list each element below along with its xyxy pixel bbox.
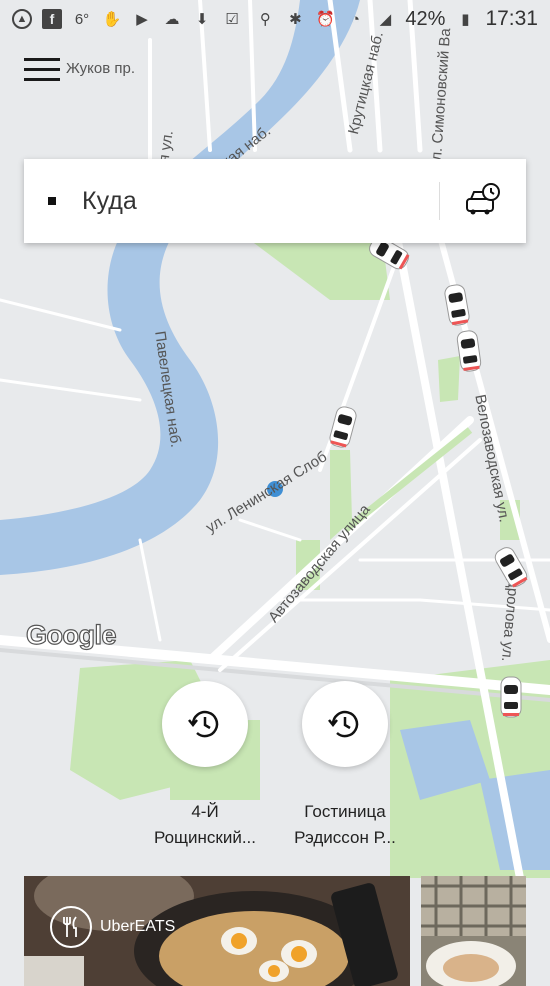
clock: 17:31 [485, 7, 538, 30]
wifi-icon: ◔ [350, 10, 360, 28]
status-bar: ▲ f 6° ✋ ▶ ☁ ⬇ ☑ ⚲ ✱ ⏰ ◔ ◢ 42% ▮ 17:31 [0, 0, 550, 38]
temperature-icon: 6° [74, 10, 90, 28]
recent-destination-label: 4-Й Рощинский... [135, 799, 275, 851]
destination-square-icon [48, 197, 56, 205]
car-icon [500, 676, 522, 718]
fork-knife-icon [50, 906, 92, 948]
menu-icon-bar [24, 68, 60, 71]
weather-icon: ☁ [164, 11, 180, 28]
menu-icon-bar [24, 78, 60, 81]
ubereats-label: UberEATS [100, 918, 176, 935]
location-icon: ⚲ [259, 11, 271, 28]
battery-percent: 42% [405, 7, 446, 30]
google-logo: Google [25, 619, 117, 650]
hand-icon: ✋ [102, 11, 122, 28]
history-icon [328, 710, 359, 738]
recent-label-line1: Гостиница [304, 802, 386, 821]
street-label-zhukov: Жуков пр. [66, 60, 136, 77]
destination-input[interactable]: Куда [82, 187, 439, 216]
recent-destination[interactable]: 4-Й Рощинский... [135, 681, 275, 851]
bluetooth-icon: ✱ [289, 11, 302, 28]
alarm-icon: ⏰ [316, 11, 335, 28]
car-clock-icon [466, 183, 500, 215]
food-photo [421, 876, 526, 986]
ubereats-promo-card[interactable]: UberEATS [24, 876, 410, 986]
menu-icon-bar [24, 58, 60, 61]
food-promo-card[interactable] [421, 876, 526, 986]
history-button[interactable] [302, 681, 388, 767]
play-icon: ▶ [136, 11, 148, 28]
download-icon: ⬇ [195, 11, 209, 28]
schedule-ride-button[interactable] [440, 183, 526, 219]
warning-icon: ▲ [12, 9, 32, 29]
destination-search[interactable]: Куда [24, 159, 526, 243]
recent-destination[interactable]: Гостиница Рэдиссон Р... [275, 681, 415, 851]
signal-icon: ◢ [379, 11, 392, 28]
menu-button[interactable] [24, 58, 62, 86]
clipboard-icon: ☑ [225, 11, 239, 28]
facebook-icon: f [42, 9, 62, 29]
ubereats-brand: UberEATS [50, 906, 175, 948]
history-icon [188, 710, 219, 738]
recent-destination-label: Гостиница Рэдиссон Р... [275, 799, 415, 851]
battery-icon: ▮ [461, 11, 470, 28]
history-button[interactable] [162, 681, 248, 767]
recent-label-line2: Рощинский... [153, 828, 257, 847]
recent-label-line1: 4-Й [191, 802, 219, 821]
recent-label-line2: Рэдиссон Р... [294, 828, 396, 847]
